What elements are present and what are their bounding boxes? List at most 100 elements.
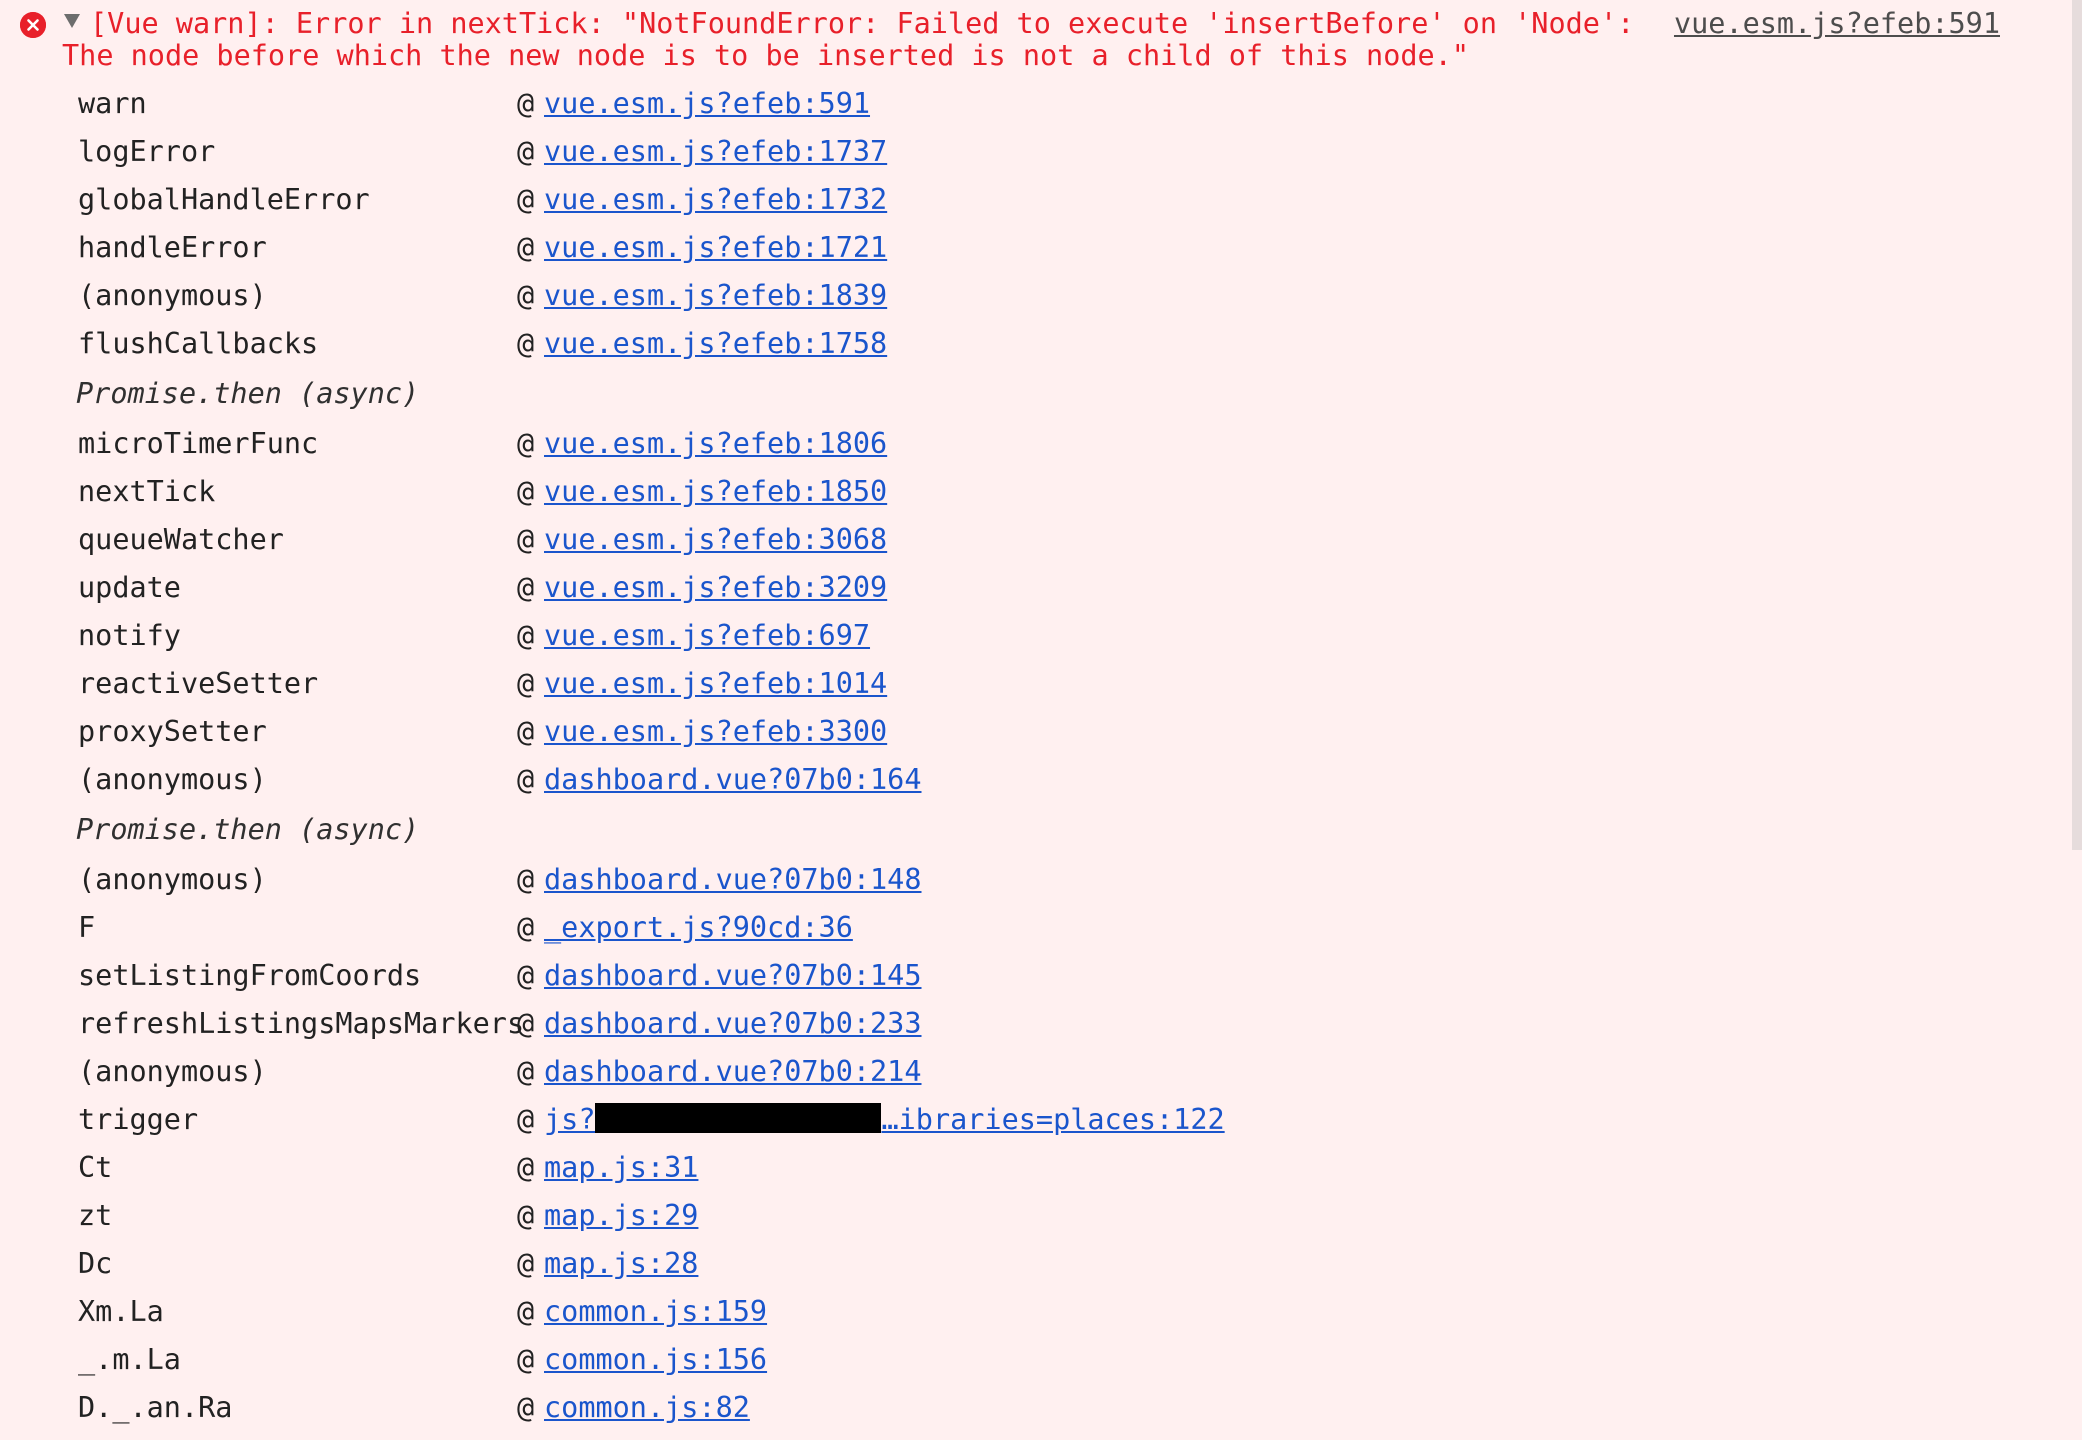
frame-at-symbol: @: [517, 959, 535, 992]
frame-source-link[interactable]: vue.esm.js?efeb:1732: [544, 176, 887, 224]
frame-source-link[interactable]: dashboard.vue?07b0:148: [544, 856, 922, 904]
frame-source-link[interactable]: map.js:29: [544, 1192, 698, 1240]
frame-source-link[interactable]: vue.esm.js?efeb:697: [544, 612, 870, 660]
frame-at-symbol: @: [517, 475, 535, 508]
frame-source-link[interactable]: vue.esm.js?efeb:1839: [544, 272, 887, 320]
frame-function-name: (anonymous): [78, 279, 267, 312]
frame-source-link[interactable]: common.js:156: [544, 1336, 767, 1384]
frame-function-name: refreshListingsMapsMarkers: [78, 1007, 525, 1040]
frame-function-name: setListingFromCoords: [78, 959, 422, 992]
frame-at-symbol: @: [517, 231, 535, 264]
async-label: Promise.then (async): [76, 813, 420, 846]
frame-source-link[interactable]: vue.esm.js?efeb:591: [544, 80, 870, 128]
frame-source-link[interactable]: vue.esm.js?efeb:1721: [544, 224, 887, 272]
stack-frame: flushCallbacks @ vue.esm.js?efeb:1758: [0, 320, 2082, 368]
error-source-link[interactable]: vue.esm.js?efeb:591: [1674, 8, 2000, 40]
frame-source-link[interactable]: _export.js?90cd:36: [544, 904, 853, 952]
frame-at-symbol: @: [517, 427, 535, 460]
frame-at-symbol: @: [517, 1103, 535, 1136]
stack-frame: handleError @ vue.esm.js?efeb:1721: [0, 224, 2082, 272]
frame-source-link[interactable]: js? …ibraries=places:122: [544, 1096, 1225, 1144]
frame-at-symbol: @: [517, 619, 535, 652]
stack-frame: (anonymous) @ dashboard.vue?07b0:148: [0, 856, 2082, 904]
frame-function-name: globalHandleError: [78, 183, 370, 216]
console-panel: [Vue warn]: Error in nextTick: "NotFound…: [0, 0, 2082, 1440]
frame-at-symbol: @: [517, 183, 535, 216]
stack-frame: notify @ vue.esm.js?efeb:697: [0, 612, 2082, 660]
frame-source-link[interactable]: vue.esm.js?efeb:3300: [544, 708, 887, 756]
frame-source-link[interactable]: common.js:82: [544, 1384, 750, 1432]
frame-at-symbol: @: [517, 911, 535, 944]
stack-frame: queueWatcher @ vue.esm.js?efeb:3068: [0, 516, 2082, 564]
stack-frame: setListingFromCoords @ dashboard.vue?07b0:…: [0, 952, 2082, 1000]
link-suffix: …ibraries=places:122: [881, 1103, 1225, 1136]
frame-function-name: (anonymous): [78, 763, 267, 796]
frame-at-symbol: @: [517, 1055, 535, 1088]
redaction-block: [595, 1103, 882, 1133]
scrollbar[interactable]: [2072, 0, 2082, 850]
stack-trace: warn @ vue.esm.js?efeb:591 logError @ vue.esm…: [0, 80, 2082, 1432]
stack-frame: warn @ vue.esm.js?efeb:591: [0, 80, 2082, 128]
stack-frame: Dc @ map.js:28: [0, 1240, 2082, 1288]
error-message[interactable]: [Vue warn]: Error in nextTick: "NotFound…: [0, 0, 2082, 78]
frame-function-name: Xm.La: [78, 1295, 164, 1328]
frame-source-link[interactable]: vue.esm.js?efeb:3209: [544, 564, 887, 612]
stack-frame: _.m.La @ common.js:156: [0, 1336, 2082, 1384]
frame-source-link[interactable]: common.js:159: [544, 1288, 767, 1336]
link-prefix: js?: [544, 1103, 596, 1136]
stack-frame: zt @ map.js:29: [0, 1192, 2082, 1240]
async-separator: Promise.then (async): [0, 804, 2082, 856]
frame-at-symbol: @: [517, 571, 535, 604]
async-label: Promise.then (async): [76, 377, 420, 410]
frame-at-symbol: @: [517, 1199, 535, 1232]
frame-source-link[interactable]: vue.esm.js?efeb:1806: [544, 420, 887, 468]
frame-source-link[interactable]: vue.esm.js?efeb:3068: [544, 516, 887, 564]
frame-function-name: trigger: [78, 1103, 199, 1136]
frame-source-link[interactable]: map.js:31: [544, 1144, 698, 1192]
frame-at-symbol: @: [517, 1247, 535, 1280]
frame-function-name: update: [78, 571, 181, 604]
frame-source-link[interactable]: dashboard.vue?07b0:164: [544, 756, 922, 804]
frame-function-name: Ct: [78, 1151, 113, 1184]
async-separator: Promise.then (async): [0, 368, 2082, 420]
frame-at-symbol: @: [517, 279, 535, 312]
frame-function-name: reactiveSetter: [78, 667, 319, 700]
frame-function-name: proxySetter: [78, 715, 267, 748]
frame-source-link[interactable]: vue.esm.js?efeb:1850: [544, 468, 887, 516]
frame-function-name: (anonymous): [78, 863, 267, 896]
frame-at-symbol: @: [517, 1295, 535, 1328]
frame-at-symbol: @: [517, 1007, 535, 1040]
frame-function-name: flushCallbacks: [78, 327, 319, 360]
frame-function-name: Dc: [78, 1247, 113, 1280]
frame-at-symbol: @: [517, 1343, 535, 1376]
frame-function-name: (anonymous): [78, 1055, 267, 1088]
frame-source-link[interactable]: vue.esm.js?efeb:1014: [544, 660, 887, 708]
stack-frame: update @ vue.esm.js?efeb:3209: [0, 564, 2082, 612]
frame-at-symbol: @: [517, 1151, 535, 1184]
frame-function-name: logError: [78, 135, 216, 168]
frame-source-link[interactable]: dashboard.vue?07b0:145: [544, 952, 922, 1000]
frame-at-symbol: @: [517, 87, 535, 120]
stack-frame: reactiveSetter @ vue.esm.js?efeb:1014: [0, 660, 2082, 708]
error-text: [Vue warn]: Error in nextTick: "NotFound…: [62, 7, 1652, 72]
stack-frame: D._.an.Ra @ common.js:82: [0, 1384, 2082, 1432]
frame-at-symbol: @: [517, 863, 535, 896]
stack-frame: trigger @ js? …ibraries=places:122: [0, 1096, 2082, 1144]
frame-at-symbol: @: [517, 523, 535, 556]
stack-frame: proxySetter @ vue.esm.js?efeb:3300: [0, 708, 2082, 756]
frame-source-link[interactable]: vue.esm.js?efeb:1758: [544, 320, 887, 368]
frame-source-link[interactable]: map.js:28: [544, 1240, 698, 1288]
stack-frame: (anonymous) @ vue.esm.js?efeb:1839: [0, 272, 2082, 320]
frame-at-symbol: @: [517, 715, 535, 748]
frame-source-link[interactable]: dashboard.vue?07b0:214: [544, 1048, 922, 1096]
frame-source-link[interactable]: vue.esm.js?efeb:1737: [544, 128, 887, 176]
error-icon: [20, 12, 46, 38]
frame-function-name: queueWatcher: [78, 523, 284, 556]
frame-at-symbol: @: [517, 327, 535, 360]
frame-function-name: nextTick: [78, 475, 216, 508]
stack-frame: microTimerFunc @ vue.esm.js?efeb:1806: [0, 420, 2082, 468]
frame-at-symbol: @: [517, 763, 535, 796]
stack-frame: (anonymous) @ dashboard.vue?07b0:214: [0, 1048, 2082, 1096]
frame-source-link[interactable]: dashboard.vue?07b0:233: [544, 1000, 922, 1048]
frame-function-name: warn: [78, 87, 147, 120]
